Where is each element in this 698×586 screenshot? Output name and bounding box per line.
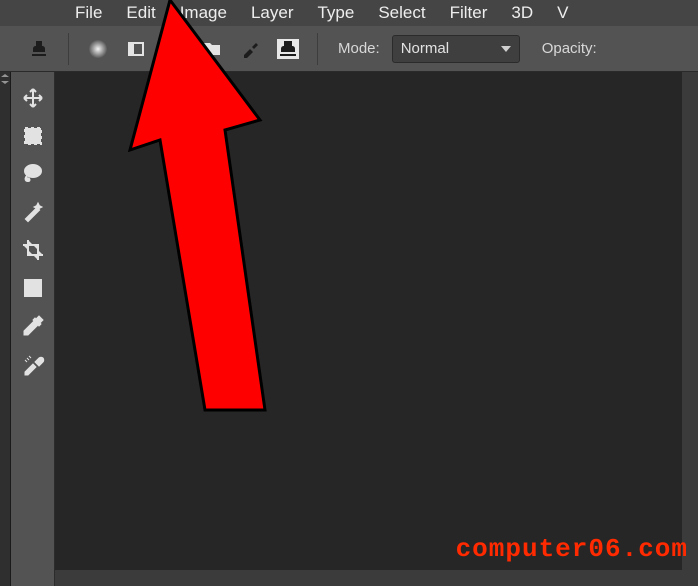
menu-3d[interactable]: 3D: [508, 1, 536, 25]
menu-bar: File Edit Image Layer Type Select Filter…: [0, 0, 698, 26]
menu-image[interactable]: Image: [177, 1, 230, 25]
menu-file[interactable]: File: [72, 1, 105, 25]
mode-select-value: Normal: [401, 40, 449, 57]
opacity-label: Opacity:: [542, 40, 597, 57]
brush-settings-icon[interactable]: [161, 36, 187, 62]
menu-view-partial[interactable]: V: [554, 1, 571, 25]
menu-type[interactable]: Type: [314, 1, 357, 25]
vertical-scrollbar[interactable]: [682, 72, 698, 586]
watermark-text: computer06.com: [456, 534, 688, 564]
frame-tool-icon[interactable]: [15, 270, 51, 306]
stamp-icon[interactable]: [26, 36, 52, 62]
workspace: [0, 72, 698, 586]
menu-select[interactable]: Select: [375, 1, 428, 25]
crop-tool-icon[interactable]: [15, 232, 51, 268]
horizontal-scrollbar[interactable]: [55, 570, 682, 586]
brush-preset-icon[interactable]: [85, 36, 111, 62]
healing-brush-tool-icon[interactable]: [15, 346, 51, 382]
tools-panel: [11, 72, 55, 586]
panel-drag-handle[interactable]: [0, 72, 11, 586]
move-tool-icon[interactable]: [15, 80, 51, 116]
pattern-stamp-icon[interactable]: [275, 36, 301, 62]
chevron-down-icon: [501, 46, 511, 52]
toggle-panel-icon[interactable]: [123, 36, 149, 62]
eyedropper-tool-icon[interactable]: [15, 308, 51, 344]
lasso-tool-icon[interactable]: [15, 156, 51, 192]
menu-layer[interactable]: Layer: [248, 1, 297, 25]
divider: [317, 33, 318, 65]
options-bar: Mode: Normal Opacity:: [0, 26, 698, 72]
menu-filter[interactable]: Filter: [447, 1, 491, 25]
canvas-area[interactable]: [55, 72, 698, 586]
mode-label: Mode:: [338, 40, 380, 57]
menu-edit[interactable]: Edit: [123, 1, 158, 25]
magic-wand-tool-icon[interactable]: [15, 194, 51, 230]
divider: [68, 33, 69, 65]
folder-icon[interactable]: [199, 36, 225, 62]
mode-select[interactable]: Normal: [392, 35, 520, 63]
art-brush-icon[interactable]: [237, 36, 263, 62]
rectangular-marquee-tool-icon[interactable]: [15, 118, 51, 154]
